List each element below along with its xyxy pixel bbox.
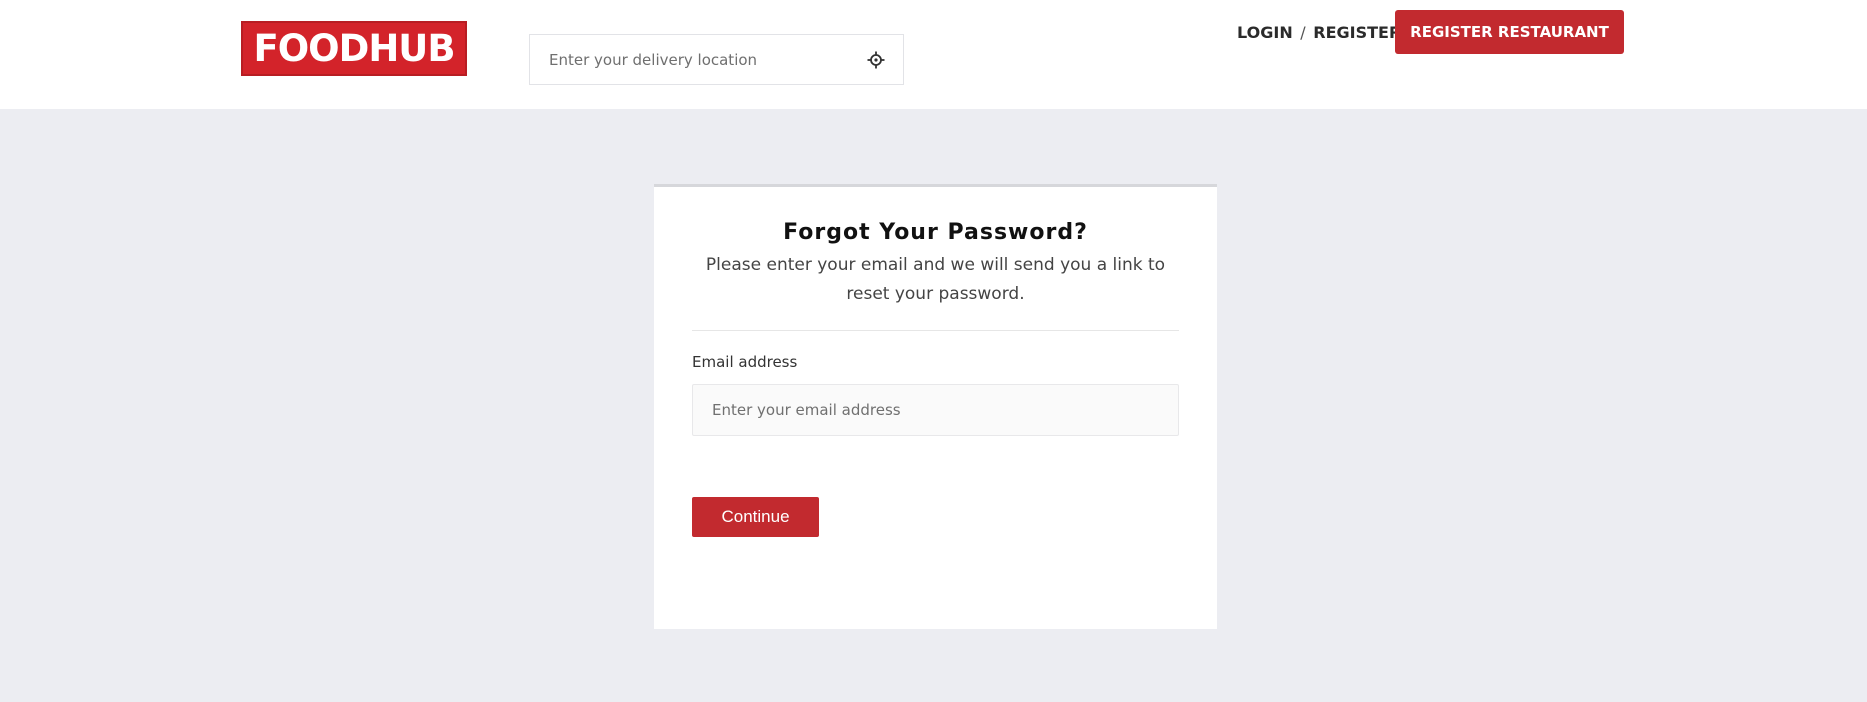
email-input[interactable] xyxy=(692,384,1179,436)
foodhub-logo[interactable]: FOODHUB xyxy=(241,21,467,76)
divider xyxy=(692,330,1179,331)
register-link[interactable]: REGISTER xyxy=(1313,23,1401,42)
register-restaurant-button[interactable]: REGISTER RESTAURANT xyxy=(1395,10,1624,54)
site-header: FOODHUB LOGIN / REGISTER REGISTER RESTAU… xyxy=(0,0,1867,109)
delivery-location-input[interactable] xyxy=(530,35,860,84)
auth-separator: / xyxy=(1300,23,1306,42)
logo-text: FOODHUB xyxy=(253,27,455,70)
page-subtitle: Please enter your email and we will send… xyxy=(705,255,1166,304)
email-label: Email address xyxy=(692,353,798,371)
forgot-password-card: Forgot Your Password? Please enter your … xyxy=(654,184,1217,629)
auth-links: LOGIN / REGISTER xyxy=(1237,21,1401,45)
delivery-location-search xyxy=(529,34,904,85)
crosshair-locate-icon[interactable] xyxy=(866,50,886,70)
page-title: Forgot Your Password? xyxy=(783,220,1088,245)
login-link[interactable]: LOGIN xyxy=(1237,23,1293,42)
continue-button[interactable]: Continue xyxy=(692,497,819,537)
